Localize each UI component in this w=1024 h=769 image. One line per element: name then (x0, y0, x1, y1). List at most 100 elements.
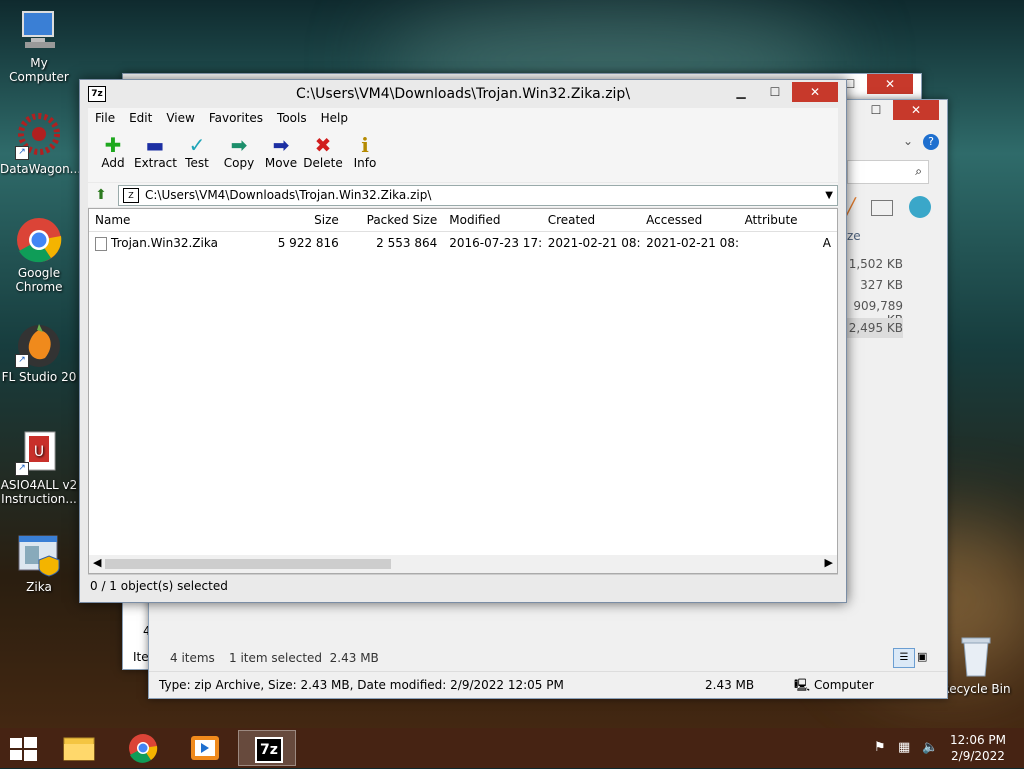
desktop-icon-chrome[interactable]: Google Chrome (0, 216, 78, 294)
globe-icon[interactable] (909, 196, 931, 218)
pdf-document-icon: U ↗ (15, 428, 63, 476)
taskbar: 7z ⚑ ▦ 🔈 12:06 PM 2/9/2022 (0, 728, 1024, 768)
status-size: 2.43 MB (705, 678, 755, 692)
address-row: ⬆ Z C:\Users\VM4\Downloads\Trojan.Win32.… (88, 183, 838, 207)
system-clock[interactable]: 12:06 PM 2/9/2022 (950, 732, 1006, 764)
ribbon-expand-icon[interactable]: ⌄ (903, 134, 913, 148)
desktop-icon-label: My Computer (9, 56, 69, 84)
desktop-icon-zika[interactable]: Zika (0, 530, 78, 594)
menu-help[interactable]: Help (314, 108, 355, 130)
size-cell: 1,502 KB (848, 257, 903, 271)
info-button[interactable]: i Info (344, 130, 386, 182)
button-label: Move (264, 156, 298, 170)
column-header-row: Name Size Packed Size Modified Created A… (89, 209, 837, 232)
copy-button[interactable]: ➡ Copy (218, 130, 260, 182)
copy-arrow-icon: ➡ (230, 133, 248, 157)
taskbar-7zip[interactable]: 7z (238, 730, 296, 766)
window-controls: ▁ ☐ ✕ (724, 82, 838, 102)
button-label: Extract (134, 156, 177, 170)
shortcut-arrow-icon: ↗ (15, 146, 29, 160)
large-icons-view-button[interactable]: ▣ (917, 650, 927, 663)
title-bar[interactable]: 7z C:\Users\VM4\Downloads\Trojan.Win32.Z… (80, 80, 846, 108)
desktop-icon-datawagon[interactable]: ↗ DataWagon... (0, 112, 81, 176)
add-button[interactable]: ✚ Add (92, 130, 134, 182)
start-button[interactable] (8, 736, 38, 762)
search-box[interactable]: ⌕ (847, 160, 929, 184)
address-combobox[interactable]: Z C:\Users\VM4\Downloads\Trojan.Win32.Zi… (118, 185, 838, 206)
cell-name: Trojan.Win32.Zika (111, 236, 218, 250)
desktop-icon-label: ASIO4ALL v2 Instruction... (0, 478, 78, 506)
column-header-packed-size[interactable]: Packed Size (345, 209, 443, 231)
cell-accessed: 2021-02-21 08:37 (646, 236, 738, 250)
chevron-down-icon[interactable]: ▼ (825, 186, 833, 205)
shortcut-arrow-icon: ↗ (15, 462, 29, 476)
selection-info: 1 item selected 2.43 MB (229, 651, 379, 665)
desktop-icon-my-computer[interactable]: My Computer (0, 6, 78, 84)
minimize-button[interactable]: ▁ (724, 82, 758, 102)
svg-text:U: U (34, 444, 44, 460)
computer-icon (15, 6, 63, 54)
media-player-icon (191, 736, 219, 760)
help-icon[interactable]: ? (923, 134, 939, 150)
close-button[interactable]: ✕ (893, 100, 939, 120)
size-cell: 327 KB (860, 278, 903, 292)
delete-button[interactable]: ✖ Delete (302, 130, 344, 182)
scroll-left-icon[interactable]: ◀ (93, 556, 101, 569)
cell-modified: 2016-07-23 17:20 (449, 236, 541, 250)
file-icon (95, 236, 107, 251)
size-column-header[interactable]: ze (847, 229, 861, 243)
desktop-icon-asio4all[interactable]: U ↗ ASIO4ALL v2 Instruction... (0, 428, 78, 506)
network-icon[interactable]: ▦ (898, 740, 910, 755)
volume-muted-icon[interactable]: 🔈 (922, 740, 938, 755)
column-header-modified[interactable]: Modified (443, 209, 541, 231)
table-row[interactable]: Trojan.Win32.Zika 5 922 816 2 553 864 20… (89, 232, 837, 254)
maximize-button[interactable]: ☐ (859, 100, 893, 120)
desktop-icon-fl-studio[interactable]: ↗ FL Studio 20 (0, 320, 78, 384)
taskbar-media-player[interactable] (176, 730, 234, 766)
status-bar: 0 / 1 object(s) selected (88, 574, 838, 597)
button-label: Copy (223, 156, 255, 170)
column-header-name[interactable]: Name (89, 209, 246, 231)
menu-favorites[interactable]: Favorites (202, 108, 270, 130)
test-button[interactable]: ✓ Test (176, 130, 218, 182)
menu-file[interactable]: File (88, 108, 122, 130)
folder-icon (63, 737, 95, 761)
taskbar-file-explorer[interactable] (50, 730, 108, 766)
horizontal-scrollbar[interactable]: ◀ ▶ (89, 555, 837, 573)
file-list[interactable]: Name Size Packed Size Modified Created A… (88, 208, 838, 574)
scroll-right-icon[interactable]: ▶ (825, 556, 833, 569)
7zip-window[interactable]: 7z C:\Users\VM4\Downloads\Trojan.Win32.Z… (79, 79, 847, 603)
desktop-icon-label: Google Chrome (15, 266, 63, 294)
zika-exe-icon (15, 530, 63, 578)
button-label: Test (185, 156, 209, 170)
checkmark-icon: ✓ (188, 133, 206, 157)
details-view-button[interactable]: ☰ (893, 648, 915, 668)
computer-icon: 🖳 (794, 678, 811, 692)
desktop-icon-recycle-bin[interactable]: Recycle Bin (940, 632, 1012, 696)
close-button[interactable]: ✕ (867, 74, 913, 94)
column-header-attributes[interactable]: Attribute (739, 209, 837, 231)
close-button[interactable]: ✕ (792, 82, 838, 102)
scrollbar-thumb[interactable] (105, 559, 391, 569)
preview-pane-icon[interactable] (871, 200, 893, 216)
maximize-button[interactable]: ☐ (758, 82, 792, 102)
fl-studio-icon: ↗ (15, 320, 63, 368)
taskbar-chrome[interactable] (114, 730, 172, 766)
extract-button[interactable]: ▬ Extract (134, 130, 177, 182)
menu-edit[interactable]: Edit (122, 108, 159, 130)
column-header-size[interactable]: Size (246, 209, 344, 231)
column-header-created[interactable]: Created (542, 209, 640, 231)
menu-view[interactable]: View (159, 108, 201, 130)
action-center-flag-icon[interactable]: ⚑ (874, 740, 886, 755)
cell-size: 5 922 816 (277, 236, 339, 250)
menu-tools[interactable]: Tools (270, 108, 314, 130)
clock-date: 2/9/2022 (951, 749, 1005, 763)
shortcut-arrow-icon: ↗ (15, 354, 29, 368)
move-button[interactable]: ➡ Move (260, 130, 302, 182)
address-text: C:\Users\VM4\Downloads\Trojan.Win32.Zika… (145, 188, 432, 202)
datawagon-icon: ↗ (15, 112, 63, 160)
column-header-accessed[interactable]: Accessed (640, 209, 738, 231)
button-label: Add (101, 156, 125, 170)
chrome-icon (15, 216, 63, 264)
folder-up-icon[interactable]: ⬆ (92, 186, 110, 204)
